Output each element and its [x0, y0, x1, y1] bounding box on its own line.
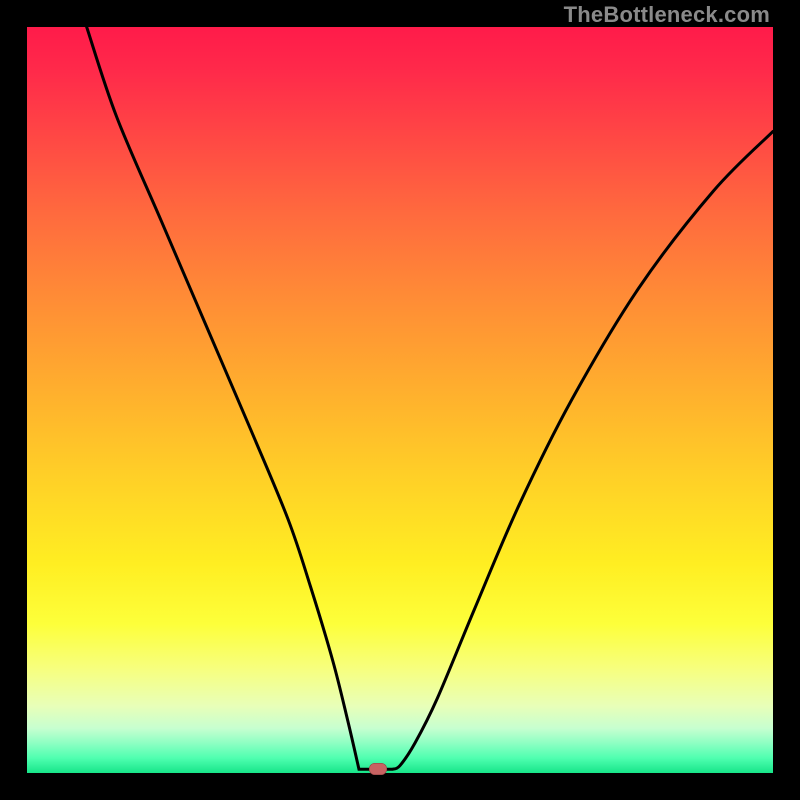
bottleneck-curve: [27, 27, 773, 773]
bottleneck-marker: [369, 763, 387, 775]
chart-frame: TheBottleneck.com: [0, 0, 800, 800]
chart-plot-area: [27, 27, 773, 773]
watermark-text: TheBottleneck.com: [564, 2, 770, 28]
curve-path: [87, 27, 773, 769]
